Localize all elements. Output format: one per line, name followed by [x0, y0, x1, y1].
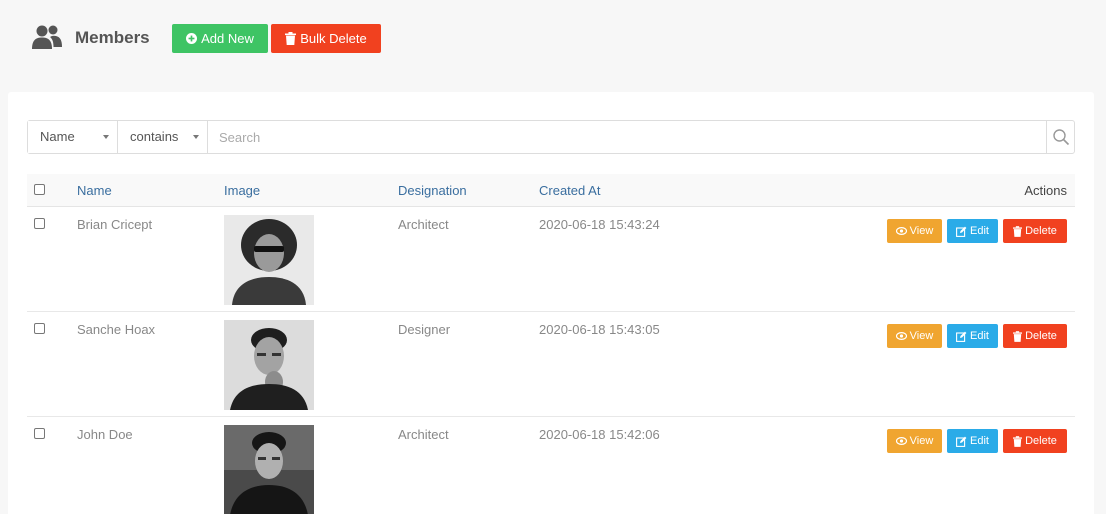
- edit-icon: [956, 331, 967, 342]
- plus-circle-icon: [186, 33, 198, 44]
- members-card: Name contains Name Image Designation Cre…: [8, 92, 1094, 514]
- search-button[interactable]: [1046, 121, 1074, 153]
- row-checkbox[interactable]: [34, 323, 45, 334]
- table-row: Sanche Hoax Designer 2020-06-18 15:43:05…: [27, 312, 1075, 417]
- member-photo: [224, 215, 314, 305]
- member-designation: Architect: [398, 427, 449, 442]
- trash-icon: [1013, 330, 1023, 342]
- column-header-name[interactable]: Name: [77, 183, 112, 198]
- search-bar: Name contains: [27, 120, 1075, 154]
- delete-label: Delete: [1025, 435, 1057, 447]
- bulk-delete-button[interactable]: Bulk Delete: [271, 24, 381, 53]
- view-button[interactable]: View: [887, 219, 942, 243]
- member-created-at: 2020-06-18 15:43:24: [539, 217, 660, 232]
- view-label: View: [909, 225, 934, 237]
- table-row: John Doe Architect 2020-06-18 15:42:06 V…: [27, 417, 1075, 514]
- edit-button[interactable]: Edit: [947, 324, 998, 348]
- table-header: Name Image Designation Created At Action…: [27, 174, 1075, 207]
- delete-button[interactable]: Delete: [1003, 429, 1067, 453]
- member-name: Sanche Hoax: [77, 322, 156, 337]
- delete-button[interactable]: Delete: [1003, 324, 1067, 348]
- search-input[interactable]: [208, 121, 1046, 153]
- edit-button[interactable]: Edit: [947, 219, 998, 243]
- row-actions: View Edit Delete: [887, 429, 1067, 453]
- member-created-at: 2020-06-18 15:43:05: [539, 322, 660, 337]
- row-checkbox[interactable]: [34, 428, 45, 439]
- page-header: Members Add New Bulk Delete: [0, 0, 1106, 78]
- view-button[interactable]: View: [887, 429, 942, 453]
- search-field-select[interactable]: Name: [28, 121, 118, 153]
- column-header-image[interactable]: Image: [224, 183, 260, 198]
- users-icon: [32, 25, 62, 49]
- select-all-checkbox[interactable]: [34, 184, 45, 195]
- delete-label: Delete: [1025, 330, 1057, 342]
- table-row: Brian Cricept Architect 2020-06-18 15:43…: [27, 207, 1075, 312]
- trash-icon: [1013, 225, 1023, 237]
- edit-label: Edit: [970, 225, 989, 237]
- search-operator-value: contains: [130, 129, 179, 144]
- eye-icon: [895, 227, 907, 235]
- add-new-label: Add New: [201, 31, 254, 46]
- member-designation: Designer: [398, 322, 451, 337]
- row-actions: View Edit Delete: [887, 219, 1067, 243]
- column-header-actions: Actions: [1024, 183, 1067, 198]
- eye-icon: [895, 332, 907, 340]
- delete-button[interactable]: Delete: [1003, 219, 1067, 243]
- edit-icon: [956, 436, 967, 447]
- caret-down-icon: [103, 135, 109, 139]
- view-button[interactable]: View: [887, 324, 942, 348]
- member-photo: [224, 425, 314, 514]
- member-created-at: 2020-06-18 15:42:06: [539, 427, 660, 442]
- trash-icon: [285, 32, 297, 45]
- row-actions: View Edit Delete: [887, 324, 1067, 348]
- search-field-value: Name: [40, 129, 75, 144]
- bulk-delete-label: Bulk Delete: [300, 31, 367, 46]
- search-operator-select[interactable]: contains: [118, 121, 208, 153]
- eye-icon: [895, 437, 907, 445]
- member-designation: Architect: [398, 217, 449, 232]
- row-checkbox[interactable]: [34, 218, 45, 229]
- edit-label: Edit: [970, 330, 989, 342]
- search-icon: [1052, 129, 1069, 146]
- trash-icon: [1013, 435, 1023, 447]
- edit-label: Edit: [970, 435, 989, 447]
- caret-down-icon: [193, 135, 199, 139]
- view-label: View: [909, 435, 934, 447]
- column-header-created-at[interactable]: Created At: [539, 183, 600, 198]
- member-photo: [224, 320, 314, 410]
- member-name: John Doe: [77, 427, 133, 442]
- edit-button[interactable]: Edit: [947, 429, 998, 453]
- member-name: Brian Cricept: [77, 217, 153, 232]
- add-new-button[interactable]: Add New: [172, 24, 268, 53]
- page-title: Members: [75, 28, 150, 47]
- view-label: View: [909, 330, 934, 342]
- column-header-designation[interactable]: Designation: [398, 183, 467, 198]
- edit-icon: [956, 226, 967, 237]
- delete-label: Delete: [1025, 225, 1057, 237]
